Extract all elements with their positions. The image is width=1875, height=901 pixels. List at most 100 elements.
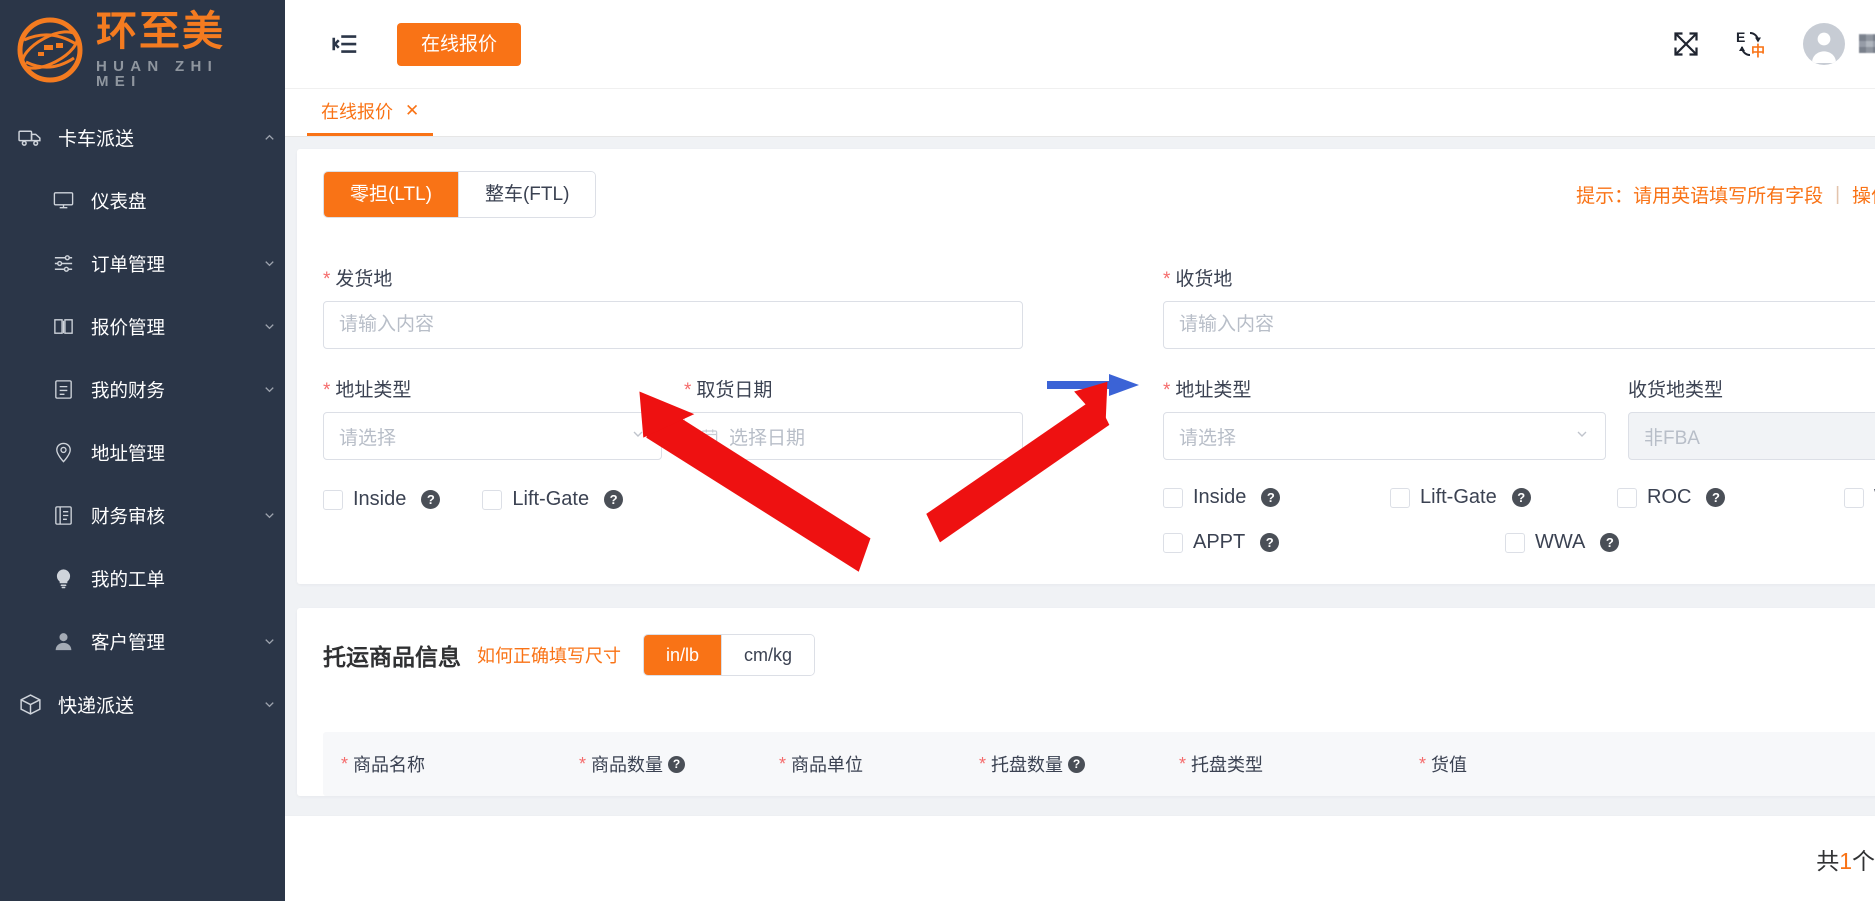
checkbox-box[interactable]: [1844, 488, 1864, 508]
menu-collapse-icon[interactable]: [323, 22, 367, 66]
destination-checkbox-wgd[interactable]: WGD ?: [1844, 486, 1875, 509]
destination-address-type-label: *地址类型: [1163, 375, 1606, 402]
sidebar-item-finance-audit[interactable]: 财务审核: [0, 484, 285, 547]
online-quote-button[interactable]: 在线报价: [397, 23, 521, 66]
sidebar-item-express-delivery[interactable]: 快递派送: [0, 673, 285, 736]
globe-logo-icon: [14, 14, 86, 86]
origin-address-input[interactable]: [323, 301, 1023, 349]
destination-panel: *收货地 *地址类型 请选择: [1163, 264, 1875, 554]
user-icon: [50, 629, 76, 655]
user-avatar-icon[interactable]: [1803, 23, 1845, 65]
sidebar-item-my-finance[interactable]: 我的财务: [0, 358, 285, 421]
tab-online-quote[interactable]: 在线报价 ✕: [307, 89, 433, 136]
destination-checkbox-liftgate[interactable]: Lift-Gate ?: [1390, 486, 1575, 509]
checkbox-label: Lift-Gate: [512, 488, 589, 511]
checkbox-label: Inside: [1193, 486, 1246, 509]
sidebar-item-label: 财务审核: [91, 503, 253, 529]
sidebar-item-order-management[interactable]: 订单管理: [0, 232, 285, 295]
goods-card: 托运商品信息 如何正确填写尺寸 in/lb cm/kg *商品名称 *商品数量 …: [297, 608, 1875, 796]
sidebar-menu: 卡车派送 仪表盘 订: [0, 100, 285, 901]
required-marker: *: [323, 269, 330, 290]
chevron-down-icon[interactable]: [253, 508, 285, 523]
checkbox-box[interactable]: [1163, 488, 1183, 508]
sidebar-item-dashboard[interactable]: 仪表盘: [0, 169, 285, 232]
tab-bar-spacer: [433, 89, 1875, 136]
checkbox-box[interactable]: [482, 490, 502, 510]
svg-text:中: 中: [1751, 43, 1765, 59]
help-icon[interactable]: ?: [1706, 488, 1725, 507]
checkbox-box[interactable]: [1163, 533, 1183, 553]
checkbox-label: ROC: [1647, 486, 1691, 509]
checkbox-box[interactable]: [1505, 533, 1525, 553]
user-email-menu[interactable]: @qq.com ▼: [1859, 33, 1875, 56]
chevron-down-icon[interactable]: [253, 382, 285, 397]
help-icon[interactable]: ?: [1068, 756, 1085, 773]
close-icon[interactable]: ✕: [405, 101, 419, 121]
monitor-icon: [50, 188, 76, 214]
chevron-down-icon: [630, 426, 646, 446]
sidebar-item-label: 报价管理: [91, 314, 253, 340]
destination-type-label: 收货地类型: [1628, 375, 1875, 402]
help-icon[interactable]: ?: [668, 756, 685, 773]
chevron-down-icon[interactable]: [253, 697, 285, 712]
location-pin-icon: [50, 440, 76, 466]
checkbox-box[interactable]: [1390, 488, 1410, 508]
pickup-date-input[interactable]: 选择日期: [684, 412, 1023, 460]
destination-checkbox-roc[interactable]: ROC ?: [1617, 486, 1802, 509]
brand-logo-area[interactable]: 环至美 HUAN ZHI MEI: [0, 0, 285, 100]
chevron-down-icon[interactable]: [253, 319, 285, 334]
sidebar-item-quote-management[interactable]: 报价管理: [0, 295, 285, 358]
required-marker: *: [579, 754, 586, 775]
tab-ftl[interactable]: 整车(FTL): [458, 172, 595, 217]
total-count: 1: [1839, 848, 1852, 874]
checkbox-box[interactable]: [1617, 488, 1637, 508]
fullscreen-icon[interactable]: [1663, 21, 1709, 67]
origin-checkbox-inside[interactable]: Inside ?: [323, 488, 440, 511]
destination-checkbox-inside[interactable]: Inside ?: [1163, 486, 1348, 509]
help-icon[interactable]: ?: [1600, 533, 1619, 552]
chevron-down-icon[interactable]: [253, 256, 285, 271]
svg-text:E: E: [1736, 29, 1745, 45]
destination-type-value: 非FBA: [1644, 423, 1700, 450]
goods-table-header: *商品名称 *商品数量 ? *商品单位 *托盘数量 ? *托盘类型: [323, 732, 1875, 796]
quote-form-card: 零担(LTL) 整车(FTL) 提示：请用英语填写所有字段 | 操作指引 | 报…: [297, 149, 1875, 584]
help-icon[interactable]: ?: [1260, 533, 1279, 552]
content-area: 零担(LTL) 整车(FTL) 提示：请用英语填写所有字段 | 操作指引 | 报…: [285, 137, 1875, 901]
help-icon[interactable]: ?: [1261, 488, 1280, 507]
tab-ltl[interactable]: 零担(LTL): [324, 172, 458, 217]
sidebar-item-customer-management[interactable]: 客户管理: [0, 610, 285, 673]
chevron-up-icon[interactable]: [253, 130, 285, 145]
unit-tab-cmkg[interactable]: cm/kg: [721, 635, 814, 675]
destination-type-select[interactable]: 非FBA: [1628, 412, 1875, 460]
sidebar-item-my-tickets[interactable]: 我的工单: [0, 547, 285, 610]
language-switch-icon[interactable]: E 中: [1727, 21, 1773, 67]
destination-address-type-select[interactable]: 请选择: [1163, 412, 1606, 460]
main-area: 在线报价 E 中: [285, 0, 1875, 901]
required-marker: *: [1163, 269, 1170, 290]
sidebar-item-address-management[interactable]: 地址管理: [0, 421, 285, 484]
destination-address-input[interactable]: [1163, 301, 1875, 349]
help-icon[interactable]: ?: [421, 490, 440, 509]
sliders-icon: [50, 251, 76, 277]
required-marker: *: [684, 380, 691, 401]
pickup-date-value: 选择日期: [729, 423, 805, 450]
help-icon[interactable]: ?: [1512, 488, 1531, 507]
checkbox-box[interactable]: [323, 490, 343, 510]
required-marker: *: [1163, 380, 1170, 401]
sidebar-item-truck-delivery[interactable]: 卡车派送: [0, 106, 285, 169]
origin-secondary-row: *地址类型 请选择: [323, 375, 1023, 460]
chevron-down-icon[interactable]: [253, 634, 285, 649]
origin-address-type-label: *地址类型: [323, 375, 662, 402]
origin-address-type-select[interactable]: 请选择: [323, 412, 662, 460]
column-header-unit: *商品单位: [779, 751, 979, 777]
size-help-link[interactable]: 如何正确填写尺寸: [477, 642, 621, 668]
help-icon[interactable]: ?: [604, 490, 623, 509]
tab-bar: 在线报价 ✕ 标签选项: [285, 89, 1875, 137]
destination-checkbox-appt[interactable]: APPT ?: [1163, 531, 1463, 554]
operation-guide-link[interactable]: 操作指引: [1852, 181, 1875, 208]
column-header-product-name: *商品名称: [341, 751, 579, 777]
unit-tab-inlb[interactable]: in/lb: [644, 635, 721, 675]
destination-checkbox-wwa[interactable]: WWA ?: [1505, 531, 1690, 554]
origin-checkbox-liftgate[interactable]: Lift-Gate ?: [482, 488, 623, 511]
origin-address-type-group: *地址类型 请选择: [323, 375, 662, 460]
